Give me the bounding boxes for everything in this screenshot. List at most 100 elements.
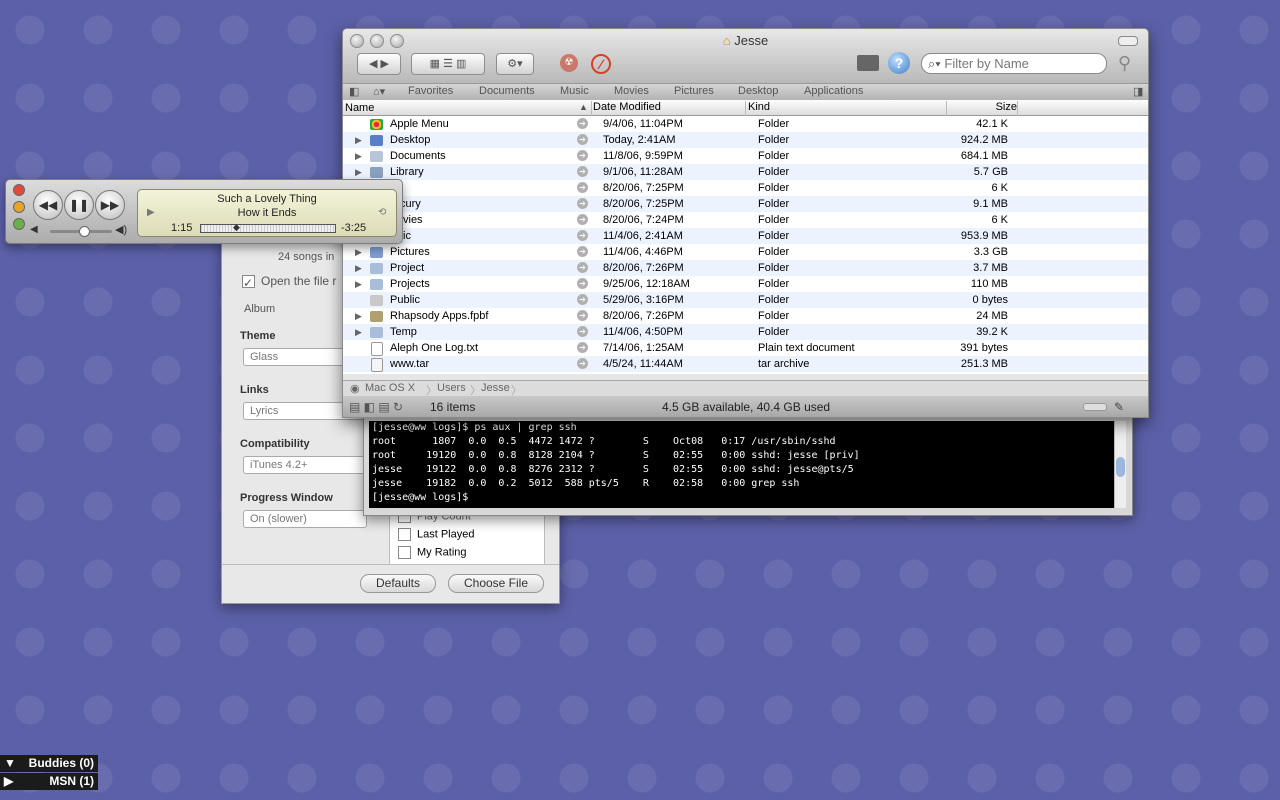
list-view-icon[interactable]: ☰ [443,58,453,70]
view-mode-buttons[interactable]: ▦ ☰ ▥ [411,53,485,75]
list-item[interactable]: ▶ Documents ➔ 11/8/06, 9:59PM Folder 684… [343,148,1148,164]
compatibility-select[interactable]: iTunes 4.2+ [243,456,367,474]
go-arrow-icon[interactable]: ➔ [577,214,588,225]
go-arrow-icon[interactable]: ➔ [577,246,588,257]
pictures-menu[interactable]: Pictures [674,85,714,97]
list-item[interactable]: ▶ Projects ➔ 9/25/06, 12:18AM Folder 110… [343,276,1148,292]
terminal-scrollbar[interactable] [1114,421,1126,508]
go-arrow-icon[interactable]: ➔ [577,262,588,273]
go-arrow-icon[interactable]: ➔ [577,134,588,145]
keyboard-icon[interactable] [857,55,879,71]
terminal-scroll-thumb[interactable] [1116,457,1125,477]
list-item[interactable]: vies ➔ 8/20/06, 7:24PM Folder 6 K [343,212,1148,228]
choose-file-button[interactable]: Choose File [448,574,544,593]
home-favorite-icon[interactable]: ⌂▾ [373,85,385,98]
terminal-screen[interactable]: [jesse@ww logs]$ ps aux | grep ssh root 1… [369,421,1114,508]
disk-icon[interactable]: ◉ [350,382,360,395]
buddy-group-msn[interactable]: ▶ MSN (1) [0,773,98,790]
buddy-group-buddies[interactable]: ▼ Buddies (0) [0,755,98,772]
date-column-header[interactable]: Date Modified [593,101,746,116]
go-arrow-icon[interactable]: ➔ [577,326,588,337]
playhead-icon[interactable]: ◆ [233,223,240,232]
volume-knob[interactable] [79,226,90,237]
list-item[interactable]: www.tar ➔ 4/5/24, 11:44AM tar archive 25… [343,356,1148,372]
back-icon[interactable]: ◀ [369,58,377,70]
movies-menu[interactable]: Movies [614,85,649,97]
icon-size-slider[interactable] [1083,403,1107,411]
go-arrow-icon[interactable]: ➔ [577,198,588,209]
list-item[interactable]: ▶ Desktop ➔ Today, 2:41AM Folder 924.2 M… [343,132,1148,148]
last-played-checkbox[interactable] [398,528,411,541]
name-column-header[interactable]: Name ▲ [345,101,592,116]
pause-button[interactable]: ❚❚ [64,190,94,220]
column-view-icon[interactable]: ▥ [456,58,466,70]
desktop-menu[interactable]: Desktop [738,85,778,97]
list-item[interactable]: ➔ 8/20/06, 7:25PM Folder 6 K [343,180,1148,196]
list-item[interactable]: Public ➔ 5/29/06, 3:16PM Folder 0 bytes [343,292,1148,308]
disclosure-triangle-icon[interactable]: ▶ [355,244,362,260]
toolbar-toggle-button[interactable] [1118,36,1138,46]
go-arrow-icon[interactable]: ➔ [577,342,588,353]
icon-view-icon[interactable]: ▦ [430,58,440,70]
list-item[interactable]: Apple Menu ➔ 9/4/06, 11:04PM Folder 42.1… [343,116,1148,132]
list-item[interactable]: ▶ Project ➔ 8/20/06, 7:26PM Folder 3.7 M… [343,260,1148,276]
defaults-button[interactable]: Defaults [360,574,436,593]
disclosure-triangle-icon[interactable]: ▶ [355,148,362,164]
list-item[interactable]: ic ➔ 11/4/06, 2:41AM Folder 953.9 MB [343,228,1148,244]
rewind-button[interactable]: ◀◀ [33,190,63,220]
kind-column-header[interactable]: Kind [748,101,947,116]
disclosure-triangle-icon[interactable]: ▶ [355,132,362,148]
field-last-played[interactable]: Last Played [398,528,474,541]
disclosure-open-icon[interactable]: ▼ [0,756,16,770]
applications-menu[interactable]: Applications [804,85,863,97]
zoom-player-button[interactable] [13,218,25,230]
snapback-icon[interactable]: ▶ [147,207,155,218]
disclosure-triangle-icon[interactable]: ▶ [355,164,362,180]
go-arrow-icon[interactable]: ➔ [577,294,588,305]
back-forward-buttons[interactable]: ◀ ▶ [357,53,401,75]
go-arrow-icon[interactable]: ➔ [577,182,588,193]
progress-window-select[interactable]: On (slower) [243,510,367,528]
status-view-icons[interactable]: ▤ ◧ ▤ ↻ [349,400,403,414]
disclosure-triangle-icon[interactable]: ▶ [355,308,362,324]
go-arrow-icon[interactable]: ➔ [577,278,588,289]
size-column-header[interactable]: Size [948,101,1018,116]
favorites-menu[interactable]: Favorites [408,85,453,97]
volume-slider[interactable] [50,226,112,237]
path-item-users[interactable]: Users [437,382,466,394]
pencil-icon[interactable]: ✎ [1114,400,1124,414]
minimize-player-button[interactable] [13,201,25,213]
open-file-option[interactable]: ✓ Open the file r [242,274,336,290]
list-item[interactable]: Aleph One Log.txt ➔ 7/14/06, 1:25AM Plai… [343,340,1148,356]
go-arrow-icon[interactable]: ➔ [577,150,588,161]
burn-icon[interactable]: ☢ [560,54,578,72]
disclosure-triangle-icon[interactable]: ▶ [355,324,362,340]
documents-menu[interactable]: Documents [479,85,535,97]
go-arrow-icon[interactable]: ➔ [577,230,588,241]
progress-bar[interactable]: ◆ [200,223,336,233]
magnifier-icon[interactable]: ⚲ [1118,53,1131,74]
disclosure-closed-icon[interactable]: ▶ [0,774,13,788]
go-arrow-icon[interactable]: ➔ [577,358,588,369]
path-item-jesse[interactable]: Jesse [481,382,510,394]
close-player-button[interactable] [13,184,25,196]
toggle-display-icon[interactable]: ⟲ [378,207,386,218]
list-item[interactable]: ▶ Rhapsody Apps.fpbf ➔ 8/20/06, 7:26PM F… [343,308,1148,324]
no-entry-icon[interactable]: ⁄ [591,54,611,74]
music-menu[interactable]: Music [560,85,589,97]
disclosure-triangle-icon[interactable]: ▶ [355,276,362,292]
list-item[interactable]: ▶ Temp ➔ 11/4/06, 4:50PM Folder 39.2 K [343,324,1148,340]
list-item[interactable]: cury ➔ 8/20/06, 7:25PM Folder 9.1 MB [343,196,1148,212]
forward-icon[interactable]: ▶ [381,58,389,70]
list-item[interactable]: ▶ Pictures ➔ 11/4/06, 4:46PM Folder 3.3 … [343,244,1148,260]
action-menu-button[interactable]: ⚙▾ [496,53,534,75]
open-file-checkbox[interactable]: ✓ [242,275,255,290]
go-arrow-icon[interactable]: ➔ [577,166,588,177]
disclosure-triangle-icon[interactable]: ▶ [355,260,362,276]
list-item[interactable]: ▶ Library ➔ 9/1/06, 11:28AM Folder 5.7 G… [343,164,1148,180]
fast-forward-button[interactable]: ▶▶ [95,190,125,220]
go-arrow-icon[interactable]: ➔ [577,310,588,321]
field-my-rating[interactable]: My Rating [398,546,467,559]
collapse-bar-icon[interactable]: ◨ [1133,85,1143,98]
help-icon[interactable]: ? [888,52,910,74]
